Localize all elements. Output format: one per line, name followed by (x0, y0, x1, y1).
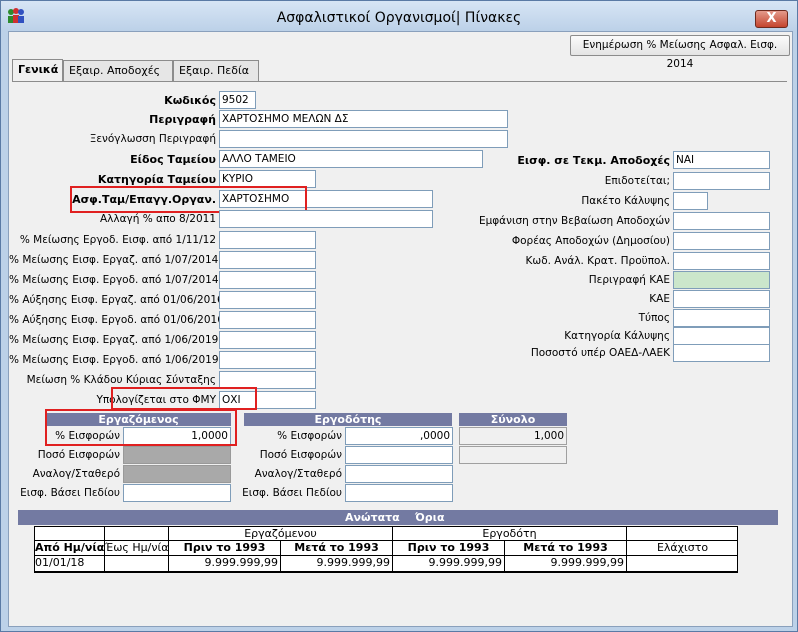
reduction-employer-2014-label: % Μείωσης Εισφ. Εργοδ. από 1/07/2014 (9, 274, 219, 286)
kae-description-label: Περιγραφή ΚΑΕ (588, 274, 670, 286)
kae-description-field[interactable] (673, 271, 770, 289)
form-client-area: Ενημέρωση % Μείωσης Ασφαλ. Εισφ. 2014 Γε… (8, 31, 793, 627)
group-header-employee: Εργαζόμενου (169, 527, 393, 541)
show-in-certificate-field[interactable] (673, 212, 770, 230)
coverage-package-label: Πακέτο Κάλυψης (581, 195, 670, 207)
description-label: Περιγραφή (149, 113, 216, 126)
column-header-employer-after-1993[interactable]: Μετά το 1993 (505, 541, 627, 556)
employee-contrib-amount-label: Ποσό Εισφορών (37, 449, 120, 461)
subsidized-label: Επιδοτείται; (604, 175, 670, 187)
oaed-pct-label: Ποσοστό υπέρ ΟΑΕΔ-ΛΑΕΚ (530, 347, 670, 359)
table-cell-minimum[interactable] (627, 556, 738, 572)
tab-excluded-earnings[interactable]: Εξαιρ. Αποδοχές (63, 60, 173, 81)
foreign-description-field[interactable] (219, 130, 508, 148)
main-window: Ασφαλιστικοί Οργανισμοί| Πίνακες X Ενημέ… (0, 0, 798, 632)
kae-label: ΚΑΕ (649, 293, 670, 305)
column-header-to-date[interactable]: Έως Ημ/νία (105, 541, 169, 556)
table-header-spacer (627, 527, 738, 541)
reduction-employee-2014-label: % Μείωσης Εισφ. Εργαζ. από 1/07/2014 (9, 254, 219, 266)
employer-field-contrib-label: Εισφ. Βάσει Πεδίου (242, 487, 342, 499)
earnings-body-label: Φορέας Αποδοχών (Δημοσίου) (511, 235, 670, 247)
table-cell-employee-after-1993[interactable]: 9.999.999,99 (281, 556, 393, 572)
employer-field-contrib-field[interactable] (345, 484, 453, 502)
type-field[interactable] (673, 309, 770, 327)
reduction-employer-2019-label: % Μείωσης Εισφ. Εργοδ. από 1/06/2019 (9, 354, 219, 366)
code-label: Κωδικός (164, 94, 216, 107)
table-cell-employer-before-1993[interactable]: 9.999.999,99 (393, 556, 505, 572)
column-header-employer-before-1993[interactable]: Πριν το 1993 (393, 541, 505, 556)
reduction-employer-2019-field[interactable] (219, 351, 316, 369)
type-label: Τύπος (638, 312, 670, 324)
subsidized-field[interactable] (673, 172, 770, 190)
increase-employer-2016-label: % Αύξησης Εισφ. Εργοδ. από 01/06/2016 (9, 314, 224, 326)
coverage-category-label: Κατηγορία Κάλυψης (564, 330, 670, 342)
coverage-category-field[interactable] (673, 327, 770, 345)
employer-section-header: Εργοδότης (244, 413, 452, 426)
increase-employer-2016-field[interactable] (219, 311, 316, 329)
code-field[interactable]: 9502 (219, 91, 256, 109)
column-header-employee-before-1993[interactable]: Πριν το 1993 (169, 541, 281, 556)
kae-field[interactable] (673, 290, 770, 308)
table-cell-from-date[interactable]: 01/01/18 (35, 556, 105, 572)
tab-excluded-fields[interactable]: Εξαιρ. Πεδία (173, 60, 259, 81)
employer-ratio-field[interactable] (345, 465, 453, 483)
employer-ratio-label: Αναλογ/Σταθερό (254, 468, 342, 480)
close-button[interactable]: X (755, 10, 788, 28)
limits-table: Εργαζόμενου Εργοδότη Από Ημ/νία Έως Ημ/ν… (34, 526, 738, 573)
earnings-body-field[interactable] (673, 232, 770, 250)
reduction-employee-2014-field[interactable] (219, 251, 316, 269)
foreign-description-label: Ξενόγλωσση Περιγραφή (89, 133, 216, 145)
table-cell-to-date[interactable] (105, 556, 169, 572)
change-pct-field[interactable] (219, 210, 433, 228)
reduction-employee-2019-field[interactable] (219, 331, 316, 349)
limits-section-header: Ανώτατα Όρια (18, 510, 778, 525)
reduction-employer-2012-field[interactable] (219, 231, 316, 249)
budget-code-field[interactable] (673, 252, 770, 270)
title-bar: Ασφαλιστικοί Οργανισμοί| Πίνακες X (1, 1, 797, 31)
highlight-box-insurance-org (70, 186, 307, 213)
tab-general[interactable]: Γενικά (12, 59, 63, 81)
change-pct-label: Αλλαγή % απο 8/2011 (100, 213, 216, 225)
employer-contrib-pct-label: % Εισφορών (277, 430, 342, 442)
contrib-on-earnings-field[interactable]: ΝΑΙ (673, 151, 770, 169)
column-header-from-date[interactable]: Από Ημ/νία (35, 541, 105, 556)
show-in-certificate-label: Εμφάνιση στην Βεβαίωση Αποδοχών (478, 215, 670, 227)
table-cell-employee-before-1993[interactable]: 9.999.999,99 (169, 556, 281, 572)
oaed-pct-field[interactable] (673, 344, 770, 362)
reduction-employee-2019-label: % Μείωσης Εισφ. Εργαζ. από 1/06/2019 (9, 334, 219, 346)
total-amount-field (459, 446, 567, 464)
reduction-employer-2012-label: % Μείωσης Εργοδ. Εισφ. από 1/11/12 (19, 234, 216, 246)
employer-contrib-pct-field[interactable]: ,0000 (345, 427, 453, 445)
description-field[interactable]: ΧΑΡΤΟΣΗΜΟ ΜΕΛΩΝ ΔΣ (219, 110, 508, 128)
column-header-employee-after-1993[interactable]: Μετά το 1993 (281, 541, 393, 556)
employee-ratio-label: Αναλογ/Σταθερό (32, 468, 120, 480)
coverage-package-field[interactable] (673, 192, 708, 210)
fund-type-label: Είδος Ταμείου (130, 153, 216, 166)
employer-contrib-amount-label: Ποσό Εισφορών (259, 449, 342, 461)
table-header-spacer (105, 527, 169, 541)
window-title: Ασφαλιστικοί Οργανισμοί| Πίνακες (276, 10, 522, 26)
contrib-on-earnings-label: Εισφ. σε Τεκμ. Αποδοχές (517, 154, 670, 167)
table-cell-employer-after-1993[interactable]: 9.999.999,99 (505, 556, 627, 572)
tab-divider (12, 81, 787, 82)
total-value-field: 1,000 (459, 427, 567, 445)
update-reduction-button[interactable]: Ενημέρωση % Μείωσης Ασφαλ. Εισφ. 2014 (570, 35, 790, 70)
total-section-header: Σύνολο (459, 413, 567, 426)
limits-title-right: Όρια (415, 511, 445, 524)
reduction-employer-2014-field[interactable] (219, 271, 316, 289)
group-header-employer: Εργοδότη (393, 527, 627, 541)
increase-employee-2016-label: % Αύξησης Εισφ. Εργαζ. από 01/06/2016 (9, 294, 224, 306)
budget-code-label: Κωδ. Ανάλ. Κρατ. Προϋπολ. (525, 255, 670, 267)
increase-employee-2016-field[interactable] (219, 291, 316, 309)
highlight-box-fmy (111, 387, 257, 410)
column-header-minimum[interactable]: Ελάχιστο (627, 541, 738, 556)
limits-title-left: Ανώτατα (345, 511, 400, 524)
table-header-spacer (35, 527, 105, 541)
employee-field-contrib-label: Εισφ. Βάσει Πεδίου (20, 487, 120, 499)
employer-contrib-amount-field[interactable] (345, 446, 453, 464)
